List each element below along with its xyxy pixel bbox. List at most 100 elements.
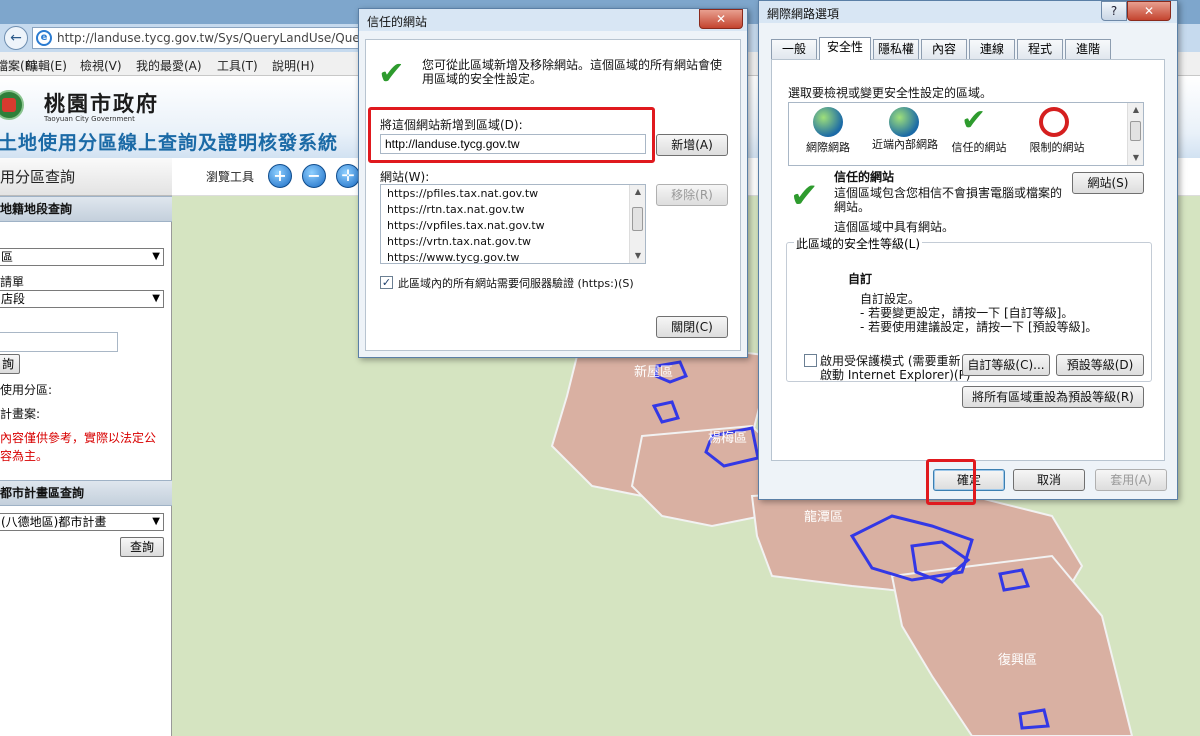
zone-description-line-3: 這個區域中具有網站。: [834, 220, 955, 234]
close-dialog-button[interactable]: 關閉(C): [656, 316, 728, 338]
query-button[interactable]: 詢: [0, 354, 20, 374]
list-item[interactable]: https://pfiles.tax.nat.gov.tw: [387, 187, 538, 200]
apply-button[interactable]: 套用(A): [1095, 469, 1167, 491]
tab-security[interactable]: 安全性: [819, 37, 871, 60]
highlight-frame-ok: [926, 459, 976, 505]
check-icon: ✔: [790, 176, 819, 216]
urban-plan-select[interactable]: (八德地區)都市計畫 ▼: [0, 513, 164, 531]
sites-button[interactable]: 網站(S): [1072, 172, 1144, 194]
zone-local-intranet[interactable]: 近端內部網路: [869, 139, 941, 151]
urban-plan-section-header: 都市計畫區查詢: [0, 480, 172, 506]
protected-mode-label-line-2: 啟動 Internet Explorer)(P): [820, 368, 971, 382]
zone-list[interactable]: 網際網路 近端內部網路 ✔ 信任的網站 限制的網站 ▲ ▼: [788, 102, 1144, 166]
intranet-icon[interactable]: [889, 107, 919, 137]
lot-number-input[interactable]: [0, 332, 118, 352]
ie-icon: e: [36, 30, 52, 46]
trusted-description-line-2: 用區域的安全性設定。: [422, 72, 543, 86]
list-item[interactable]: https://vpfiles.tax.nat.gov.tw: [387, 219, 545, 232]
menu-view[interactable]: 檢視(V): [80, 57, 122, 74]
chevron-down-icon: ▼: [152, 516, 160, 527]
trusted-sites-dialog: 信任的網站 ✕ ✔ 您可從此區域新增及移除網站。這個區域的所有網站會使 用區域的…: [358, 8, 748, 358]
chevron-down-icon[interactable]: ▼: [1128, 151, 1143, 165]
disclaimer-line-1: 內容僅供參考，實際以法定公: [0, 431, 157, 445]
tab-content[interactable]: 內容: [921, 39, 967, 59]
list-item[interactable]: https://rtn.tax.nat.gov.tw: [387, 203, 525, 216]
tab-advanced[interactable]: 進階: [1065, 39, 1111, 59]
tab-privacy[interactable]: 隱私權: [873, 39, 919, 59]
chevron-up-icon[interactable]: ▲: [1128, 103, 1143, 117]
check-icon[interactable]: ✔: [961, 103, 986, 138]
scroll-thumb[interactable]: [632, 207, 643, 231]
url-field[interactable]: e http://landuse.tycg.gov.tw/Sys/QueryLa…: [32, 27, 362, 49]
dialog-titlebar[interactable]: 網際網路選項 ? ✕: [759, 1, 1177, 23]
district-label: 復興區: [998, 652, 1037, 668]
section-label: 請單: [0, 275, 25, 289]
dialog-title: 信任的網站: [367, 15, 428, 29]
websites-scrollbar[interactable]: ▲ ▼: [629, 185, 645, 263]
city-name: 桃園市政府: [44, 91, 159, 116]
tab-general[interactable]: 一般: [771, 39, 817, 59]
close-icon[interactable]: ✕: [699, 9, 743, 29]
list-item[interactable]: https://www.tycg.gov.tw: [387, 251, 519, 263]
list-item[interactable]: https://vrtn.tax.nat.gov.tw: [387, 235, 531, 248]
dialog-title: 網際網路選項: [767, 7, 840, 21]
cancel-button[interactable]: 取消: [1013, 469, 1085, 491]
https-checkbox-label: 此區域內的所有網站需要伺服器驗證 (https:)(S): [398, 277, 634, 290]
back-button[interactable]: ←: [4, 26, 28, 50]
urban-plan-select-value: (八德地區)都市計畫: [1, 515, 107, 529]
highlight-frame-add-site: [368, 107, 655, 163]
plan-query-button[interactable]: 查詢: [120, 537, 164, 557]
security-tab-panel: 選取要檢視或變更安全性設定的區域。 網際網路 近端內部網路 ✔ 信任的網站 限制…: [771, 59, 1165, 461]
cadastral-section-header: 地籍地段查詢: [0, 196, 172, 222]
zoom-in-icon[interactable]: +: [268, 164, 292, 188]
custom-level-button[interactable]: 自訂等級(C)...: [962, 354, 1050, 376]
panel-title: 用分區查詢: [0, 158, 172, 196]
dialog-titlebar[interactable]: 信任的網站 ✕: [359, 9, 747, 31]
zone-list-scrollbar[interactable]: ▲ ▼: [1127, 103, 1143, 165]
disclaimer-line-2: 容為主。: [0, 449, 49, 463]
zone-title: 信任的網站: [834, 170, 895, 184]
chevron-down-icon: ▼: [152, 293, 160, 304]
https-checkbox[interactable]: ✓: [380, 276, 393, 289]
add-site-button[interactable]: 新增(A): [656, 134, 728, 156]
globe-icon[interactable]: [813, 107, 843, 137]
default-level-button[interactable]: 預設等級(D): [1056, 354, 1144, 376]
district-select[interactable]: 區 ▼: [0, 248, 164, 266]
zone-result-label: 使用分區:: [0, 383, 53, 397]
protected-mode-checkbox[interactable]: [804, 354, 817, 367]
zone-trusted-sites[interactable]: 信任的網站: [941, 139, 1017, 155]
menu-tools[interactable]: 工具(T): [217, 57, 258, 74]
map-tools-label: 瀏覽工具: [206, 170, 255, 184]
chevron-up-icon[interactable]: ▲: [630, 185, 645, 199]
menu-favorites[interactable]: 我的最愛(A): [136, 57, 202, 74]
system-title: 土地使用分區線上查詢及證明核發系統: [0, 132, 339, 154]
tab-connections[interactable]: 連線: [969, 39, 1015, 59]
district-label: 楊梅區: [708, 430, 747, 446]
chevron-down-icon[interactable]: ▼: [630, 249, 645, 263]
remove-site-button[interactable]: 移除(R): [656, 184, 728, 206]
zone-internet[interactable]: 網際網路: [793, 139, 863, 155]
scroll-thumb[interactable]: [1130, 121, 1141, 141]
menu-help[interactable]: 說明(H): [272, 57, 314, 74]
menu-edit[interactable]: 編輯(E): [26, 57, 67, 74]
zoom-out-icon[interactable]: −: [302, 164, 326, 188]
zone-restricted-sites[interactable]: 限制的網站: [1019, 139, 1095, 155]
district-select-value: 區: [1, 250, 14, 264]
websites-list[interactable]: https://pfiles.tax.nat.gov.tw https://rt…: [380, 184, 646, 264]
zone-description-line-2: 網站。: [834, 200, 871, 214]
help-icon[interactable]: ?: [1101, 1, 1127, 21]
city-name-en: Taoyuan City Government: [44, 115, 135, 123]
security-level-legend: 此區域的安全性等級(L): [794, 235, 923, 252]
internet-options-dialog: 網際網路選項 ? ✕ 一般 安全性 隱私權 內容 連線 程式 進階 選取要檢視或…: [758, 0, 1178, 500]
reset-all-zones-button[interactable]: 將所有區域重設為預設等級(R): [962, 386, 1144, 408]
pan-globe-icon[interactable]: ✛: [336, 164, 360, 188]
restricted-icon[interactable]: [1039, 107, 1069, 137]
check-icon: ✔: [378, 54, 405, 92]
section-select[interactable]: 店段 ▼: [0, 290, 164, 308]
dialog-body: ✔ 您可從此區域新增及移除網站。這個區域的所有網站會使 用區域的安全性設定。 將…: [365, 39, 741, 351]
chevron-down-icon: ▼: [152, 251, 160, 262]
district-label: 龍潭區: [804, 509, 843, 525]
tab-programs[interactable]: 程式: [1017, 39, 1063, 59]
security-level-line-3: - 若要使用建議設定，請按一下 [預設等級]。: [860, 320, 1098, 334]
close-icon[interactable]: ✕: [1127, 1, 1171, 21]
